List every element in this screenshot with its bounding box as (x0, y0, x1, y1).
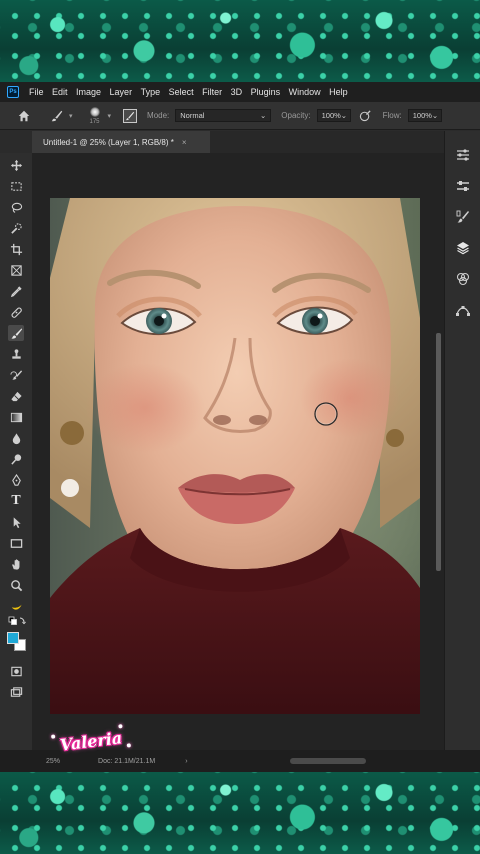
channels-icon[interactable] (455, 271, 471, 287)
clone-stamp-tool-icon[interactable] (8, 346, 24, 362)
brush-tip-preview (89, 106, 100, 117)
quick-mask-icon[interactable] (8, 663, 24, 679)
menu-layer[interactable]: Layer (110, 87, 133, 97)
frame-tool-icon[interactable] (8, 262, 24, 278)
brush-settings-icon[interactable] (455, 209, 471, 225)
menu-file[interactable]: File (29, 87, 44, 97)
chevron-down-icon: ⌄ (340, 111, 348, 120)
eraser-tool-icon[interactable] (8, 388, 24, 404)
default-colors-icon[interactable] (8, 616, 26, 628)
close-icon[interactable]: × (182, 138, 187, 147)
chevron-down-icon[interactable]: ▾ (108, 112, 112, 120)
hand-tool-icon[interactable] (8, 556, 24, 572)
menu-type[interactable]: Type (141, 87, 161, 97)
spot-healing-tool-icon[interactable] (8, 304, 24, 320)
status-menu-arrow-icon[interactable]: › (185, 758, 187, 765)
zoom-tool-icon[interactable] (8, 577, 24, 593)
foreground-color-swatch[interactable] (7, 632, 19, 644)
menu-help[interactable]: Help (329, 87, 348, 97)
menu-edit[interactable]: Edit (52, 87, 68, 97)
photoshop-logo-icon: Ps (7, 86, 19, 98)
pen-tool-icon[interactable] (8, 472, 24, 488)
screen-mode-icon[interactable] (8, 684, 24, 700)
horizontal-scrollbar[interactable] (290, 758, 366, 764)
sparkle-icon (118, 724, 123, 729)
history-brush-tool-icon[interactable] (8, 367, 24, 383)
path-selection-tool-icon[interactable] (8, 514, 24, 530)
portrait-image (50, 198, 420, 714)
lasso-tool-icon[interactable] (8, 199, 24, 215)
right-panel-dock (444, 131, 480, 750)
opacity-label: Opacity: (281, 111, 311, 120)
menu-select[interactable]: Select (169, 87, 194, 97)
portrait-photo-layer (50, 198, 420, 714)
color-swatches[interactable] (6, 631, 28, 653)
gradient-tool-icon[interactable] (8, 409, 24, 425)
menu-plugins[interactable]: Plugins (251, 87, 281, 97)
chevron-down-icon[interactable]: ▾ (69, 112, 73, 120)
type-tool-icon[interactable]: T (8, 493, 24, 509)
brush-preset-icon[interactable] (48, 107, 66, 125)
crop-tool-icon[interactable] (8, 241, 24, 257)
opacity-value: 100% (321, 111, 341, 120)
sparkle-icon (126, 743, 132, 748)
brush-tool-icon[interactable] (8, 325, 24, 341)
chevron-down-icon: ⌄ (259, 111, 267, 120)
flow-label: Flow: (382, 111, 402, 120)
brush-settings-toggle-icon[interactable] (123, 108, 138, 123)
menu-3d[interactable]: 3D (231, 87, 243, 97)
menu-image[interactable]: Image (76, 87, 101, 97)
document-size: Doc: 21.1M/21.1M (98, 757, 156, 765)
chevron-down-icon: ⌄ (431, 111, 439, 120)
menu-window[interactable]: Window (289, 87, 321, 97)
brush-size-picker[interactable]: 175 (85, 104, 105, 128)
tool-options-bar: ▾ 175 ▾ Mode: Normal ⌄ Opacity: 100% ⌄ F… (0, 102, 480, 130)
eyedropper-tool-icon[interactable] (8, 283, 24, 299)
menu-bar: Ps File Edit Image Layer Type Select Fil… (0, 82, 480, 102)
opacity-field[interactable]: 100% ⌄ (316, 109, 351, 122)
water-droplets-background-bottom (0, 772, 480, 854)
tools-panel: T (0, 153, 32, 750)
banana-tool-icon[interactable] (8, 598, 24, 614)
move-tool-icon[interactable] (8, 157, 24, 173)
paths-icon[interactable] (455, 302, 471, 318)
sparkle-icon (50, 734, 56, 739)
dodge-tool-icon[interactable] (8, 451, 24, 467)
blend-mode-select[interactable]: Normal ⌄ (175, 109, 272, 122)
pressure-opacity-icon[interactable] (359, 109, 373, 123)
properties-icon[interactable] (455, 178, 471, 194)
water-droplets-background-top (0, 0, 480, 82)
flow-value: 100% (412, 111, 432, 120)
watermark-text: Valeria (58, 727, 124, 755)
blur-tool-icon[interactable] (8, 430, 24, 446)
blend-mode-value: Normal (180, 111, 205, 120)
layers-icon[interactable] (455, 240, 471, 256)
brush-size-value: 175 (89, 118, 100, 125)
marquee-tool-icon[interactable] (8, 178, 24, 194)
mode-label: Mode: (147, 111, 170, 120)
vertical-scrollbar[interactable] (436, 333, 441, 571)
document-tab[interactable]: Untitled-1 @ 25% (Layer 1, RGB/8) * × (32, 131, 210, 153)
document-tab-strip: Untitled-1 @ 25% (Layer 1, RGB/8) * × (32, 131, 444, 153)
menu-filter[interactable]: Filter (202, 87, 222, 97)
quick-selection-tool-icon[interactable] (8, 220, 24, 236)
home-icon[interactable] (16, 108, 32, 124)
adjustments-icon[interactable] (455, 147, 471, 163)
rectangle-tool-icon[interactable] (8, 535, 24, 551)
flow-field[interactable]: 100% ⌄ (407, 109, 442, 122)
document-tab-title: Untitled-1 @ 25% (Layer 1, RGB/8) * (43, 137, 174, 147)
